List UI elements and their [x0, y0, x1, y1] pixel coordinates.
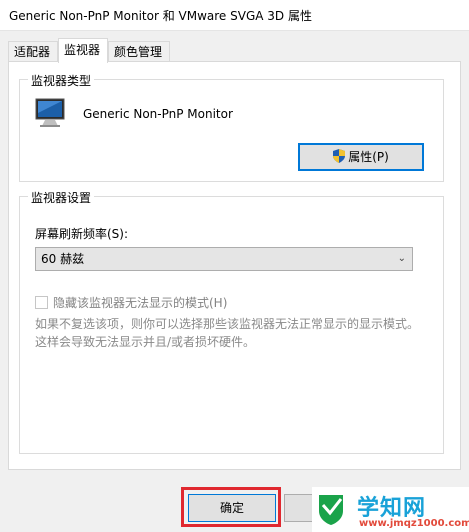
watermark-url: www.jmqz1000.com: [359, 518, 469, 529]
tab-monitor-label: 监视器: [64, 43, 101, 57]
chevron-down-icon: ⌄: [397, 253, 406, 264]
properties-button[interactable]: 属性(P): [298, 143, 424, 171]
monitor-type-group: 监视器类型 Generic Non-PnP Monitor 属性(P): [19, 72, 444, 182]
hide-modes-description: 如果不复选该项，则你可以选择那些该监视器无法正常显示的显示模式。 这样会导致无法…: [35, 315, 420, 351]
tab-color-management-label: 颜色管理: [114, 45, 163, 59]
monitor-settings-group: 监视器设置 屏幕刷新频率(S): 60 赫兹 ⌄ 隐藏该监视器无法显示的模式(H…: [19, 189, 444, 454]
description-line-1: 如果不复选该项，则你可以选择那些该监视器无法正常显示的显示模式。: [35, 317, 420, 331]
tab-monitor[interactable]: 监视器: [58, 38, 108, 63]
shield-icon: [333, 149, 346, 163]
refresh-rate-label: 屏幕刷新频率(S):: [35, 227, 129, 241]
tab-panel: 监视器类型 Generic Non-PnP Monitor 属性(P) 监视器设…: [8, 61, 461, 470]
description-line-2: 这样会导致无法显示并且/或者损坏硬件。: [35, 335, 256, 349]
refresh-rate-value: 60 赫兹: [41, 252, 85, 266]
monitor-settings-label: 监视器设置: [28, 189, 95, 206]
ok-highlight-box: [181, 487, 281, 527]
monitor-icon: [35, 98, 65, 127]
monitor-name: Generic Non-PnP Monitor: [83, 107, 233, 121]
refresh-rate-select[interactable]: 60 赫兹 ⌄: [35, 247, 413, 271]
watermark: 学知网 www.jmqz1000.com: [312, 487, 469, 532]
hide-modes-row: 隐藏该监视器无法显示的模式(H): [35, 294, 227, 311]
properties-button-label: 属性(P): [348, 150, 389, 164]
watermark-logo-icon: [319, 495, 343, 525]
monitor-type-label: 监视器类型: [28, 72, 95, 89]
hide-modes-checkbox[interactable]: [35, 296, 48, 309]
tab-adapter[interactable]: 适配器: [8, 41, 58, 62]
tab-color-management[interactable]: 颜色管理: [108, 41, 170, 62]
hide-modes-label: 隐藏该监视器无法显示的模式(H): [53, 296, 228, 310]
window-title: Generic Non-PnP Monitor 和 VMware SVGA 3D…: [9, 9, 312, 23]
tab-adapter-label: 适配器: [14, 45, 51, 59]
title-bar[interactable]: Generic Non-PnP Monitor 和 VMware SVGA 3D…: [0, 0, 469, 31]
